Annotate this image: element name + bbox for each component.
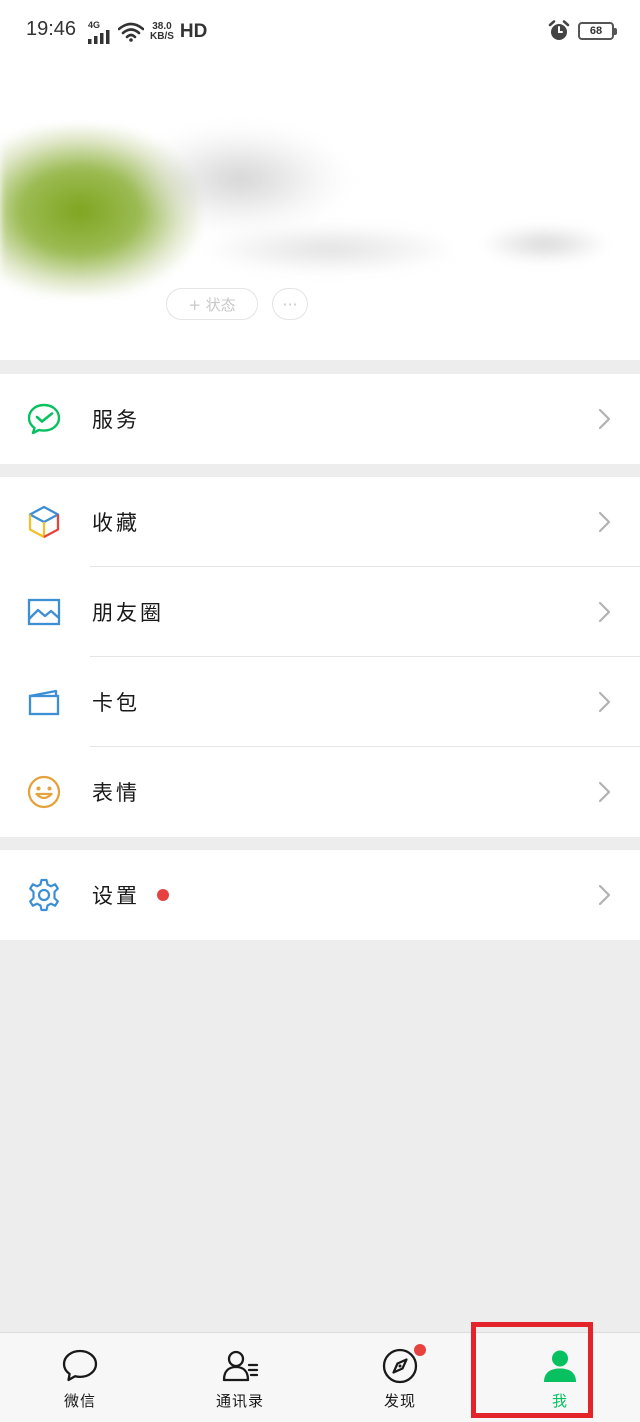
tab-label-me: 我 xyxy=(551,1392,568,1410)
cellular-signal-icon: 4G xyxy=(88,19,112,44)
alarm-icon xyxy=(548,20,570,40)
bottom-tab-bar: 微信 通讯录 发现 我 xyxy=(0,1332,640,1422)
menu-item-favorites[interactable]: 收藏 xyxy=(0,477,640,567)
chevron-right-icon xyxy=(598,408,611,430)
wechat-pay-icon xyxy=(27,403,61,435)
status-time: 19:46 xyxy=(26,18,77,40)
gear-icon xyxy=(29,878,59,912)
hd-indicator: HD xyxy=(179,21,208,42)
add-status-button[interactable]: + 状态 xyxy=(166,288,258,320)
battery-level: 68 xyxy=(589,25,603,37)
more-status-button[interactable]: ··· xyxy=(272,288,308,320)
menu-label-settings: 设置 xyxy=(92,884,140,908)
menu-item-moments[interactable]: 朋友圈 xyxy=(0,567,640,657)
menu-label-favorites: 收藏 xyxy=(92,511,140,535)
chevron-right-icon xyxy=(598,691,611,713)
menu-item-services[interactable]: 服务 xyxy=(0,374,640,464)
compass-icon xyxy=(382,1348,418,1384)
tab-label-contacts: 通讯录 xyxy=(215,1392,264,1410)
wifi-icon xyxy=(118,22,144,42)
menu-label-services: 服务 xyxy=(92,408,140,432)
menu-label-cards: 卡包 xyxy=(92,691,140,715)
status-right: 68 xyxy=(548,20,617,42)
person-icon xyxy=(544,1350,576,1382)
menu-group-main: 收藏 朋友圈 卡包 表情 xyxy=(0,477,640,837)
tab-contacts[interactable]: 通讯录 xyxy=(160,1333,320,1422)
tab-label-discover: 发现 xyxy=(383,1392,416,1410)
settings-badge-dot xyxy=(157,889,169,901)
menu-label-moments: 朋友圈 xyxy=(92,601,164,625)
smiley-icon xyxy=(27,775,61,809)
chat-bubble-icon xyxy=(62,1349,98,1382)
tab-me[interactable]: 我 xyxy=(480,1333,640,1422)
tab-chats[interactable]: 微信 xyxy=(0,1333,160,1422)
battery-icon: 68 xyxy=(578,22,617,40)
nickname-blurred xyxy=(130,124,350,234)
chevron-right-icon xyxy=(598,781,611,803)
tab-discover[interactable]: 发现 xyxy=(320,1333,480,1422)
wallet-icon xyxy=(28,689,60,716)
network-type: 4G xyxy=(88,19,101,30)
image-icon xyxy=(27,598,61,626)
menu-label-stickers: 表情 xyxy=(92,781,140,805)
status-icons: 4G 38.0 KB/S HD xyxy=(88,18,207,46)
tab-label-chats: 微信 xyxy=(63,1392,96,1410)
chevron-right-icon xyxy=(598,511,611,533)
menu-item-settings[interactable]: 设置 xyxy=(0,850,640,940)
menu-item-cards[interactable]: 卡包 xyxy=(0,657,640,747)
wechat-id-blurred xyxy=(200,224,460,274)
menu-item-stickers[interactable]: 表情 xyxy=(0,747,640,837)
network-speed: 38.0 KB/S xyxy=(150,21,174,42)
qr-code-blurred[interactable] xyxy=(480,224,610,264)
cube-icon xyxy=(28,505,60,539)
menu-group-services: 服务 xyxy=(0,374,640,464)
menu-group-settings: 设置 xyxy=(0,850,640,940)
chevron-right-icon xyxy=(598,601,611,623)
profile-header[interactable]: + 状态 ··· xyxy=(0,64,640,360)
contacts-icon xyxy=(222,1350,259,1382)
chevron-right-icon xyxy=(598,884,611,906)
status-bar: 19:46 4G 38.0 KB/S HD 68 xyxy=(0,0,640,64)
discover-badge-dot xyxy=(414,1344,426,1356)
